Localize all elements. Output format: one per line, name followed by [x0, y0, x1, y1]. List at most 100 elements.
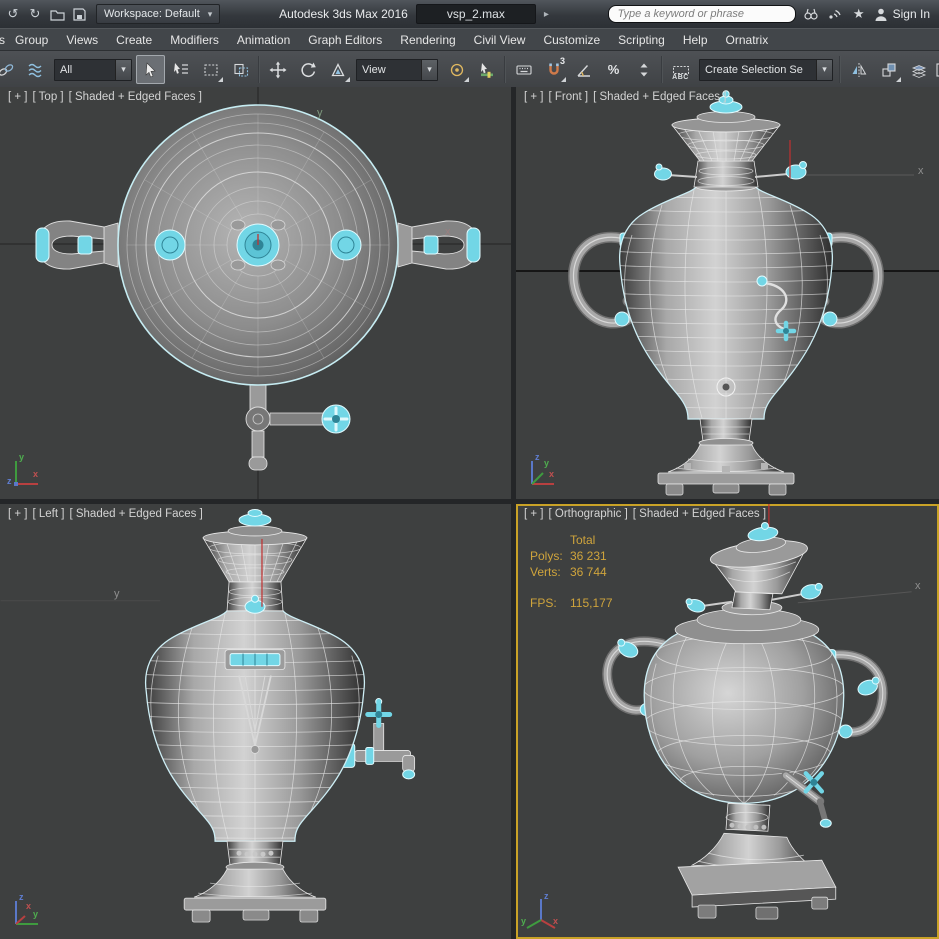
viewport-top[interactable]: [ + ] [ Top ] [ Shaded + Edged Faces ] y…	[0, 87, 511, 499]
spinner-snap-toggle-button[interactable]	[629, 55, 658, 84]
named-selection-sets-dropdown[interactable]: Create Selection Se ▾	[699, 59, 833, 81]
viewport-view-label[interactable]: [ Top ]	[33, 91, 64, 103]
keyboard-shortcut-override-button[interactable]	[509, 55, 538, 84]
open-file-button[interactable]	[47, 4, 67, 24]
menu-views[interactable]: Views	[57, 29, 107, 51]
viewport-menu-button[interactable]: [ + ]	[524, 508, 544, 520]
selection-region-icon	[202, 61, 220, 79]
left-view-canvas[interactable]	[0, 504, 511, 939]
workspace-selector[interactable]: Workspace: Default ▾	[96, 4, 220, 24]
bind-to-space-warp-button[interactable]	[21, 55, 50, 84]
viewport-axis-tripod: z y x	[7, 894, 45, 932]
menu-customize[interactable]: Customize	[534, 29, 609, 51]
viewport-menu-button[interactable]: [ + ]	[8, 91, 28, 103]
mirror-button[interactable]	[844, 55, 873, 84]
select-and-manipulate-button[interactable]	[472, 55, 501, 84]
percent-snap-toggle-button[interactable]: %	[599, 55, 628, 84]
quick-access-toolbar: ↺ ↻ Workspace: Default ▾	[0, 4, 220, 24]
select-and-link-button[interactable]	[0, 55, 20, 84]
menu-create[interactable]: Create	[107, 29, 161, 51]
selection-set-icon	[672, 65, 690, 75]
toolbar-button-clipped[interactable]	[935, 55, 939, 84]
menu-rendering[interactable]: Rendering	[391, 29, 464, 51]
select-and-scale-button[interactable]	[323, 55, 352, 84]
world-axis-label-y: y	[317, 107, 323, 119]
axis-tripod-icon	[7, 454, 45, 492]
titlebar: ↺ ↻ Workspace: Default ▾ Autodesk 3ds Ma…	[0, 0, 939, 28]
redo-button[interactable]: ↻	[25, 4, 45, 24]
viewport-left[interactable]: [ + ] [ Left ] [ Shaded + Edged Faces ] …	[0, 504, 511, 939]
top-view-canvas[interactable]	[0, 87, 511, 499]
communication-center-icon	[827, 7, 842, 21]
menu-graph-editors[interactable]: Graph Editors	[299, 29, 391, 51]
search-button[interactable]	[802, 5, 820, 23]
undo-button[interactable]: ↺	[3, 4, 23, 24]
snap-mode-count: 3	[560, 56, 565, 66]
space-warp-icon	[27, 61, 45, 79]
tripod-label-z: z	[19, 892, 24, 902]
angle-snap-toggle-button[interactable]	[569, 55, 598, 84]
snaps-toggle-button[interactable]: 3	[539, 55, 568, 84]
menu-group[interactable]: Group	[6, 29, 57, 51]
communication-center-button[interactable]	[826, 5, 844, 23]
stats-fps-label: FPS:	[530, 595, 570, 611]
chevron-down-icon: ▾	[208, 9, 213, 20]
use-pivot-point-center-button[interactable]	[442, 55, 471, 84]
viewport-shading-label[interactable]: [ Shaded + Edged Faces ]	[633, 508, 766, 520]
3ds-max-window: ↺ ↻ Workspace: Default ▾ Autodesk 3ds Ma…	[0, 0, 939, 939]
mirror-icon	[850, 61, 868, 79]
reference-coordinate-system-dropdown[interactable]: View ▾	[356, 59, 438, 81]
stats-polys-label: Polys:	[530, 548, 570, 564]
select-by-name-button[interactable]	[166, 55, 195, 84]
favorites-button[interactable]: ★	[850, 5, 868, 23]
window-title: Autodesk 3ds Max 2016 vsp_2.max ▸	[220, 4, 607, 24]
tripod-label-y: y	[521, 916, 526, 926]
toolbar-separator	[504, 56, 506, 83]
spinner-icon	[635, 61, 653, 79]
window-crossing-button[interactable]	[226, 55, 255, 84]
infocenter-search-input[interactable]	[608, 5, 796, 23]
viewport-statistics: Total Polys:36 231 Verts:36 744 FPS:115,…	[530, 532, 613, 611]
coordinate-system-value: View	[357, 60, 421, 80]
viewport-front[interactable]: [ + ] [ Front ] [ Shaded + Edged Faces ]…	[516, 87, 939, 499]
infocenter-expand-button[interactable]: ▸	[544, 9, 549, 20]
viewport-shading-label[interactable]: [ Shaded + Edged Faces ]	[69, 91, 202, 103]
layer-manager-button[interactable]	[904, 55, 933, 84]
tripod-label-x: x	[26, 901, 31, 911]
viewport-shading-label[interactable]: [ Shaded + Edged Faces ]	[593, 91, 726, 103]
viewport-shading-label[interactable]: [ Shaded + Edged Faces ]	[69, 508, 202, 520]
viewport-view-label[interactable]: [ Orthographic ]	[549, 508, 628, 520]
rectangular-selection-region-button[interactable]	[196, 55, 225, 84]
main-toolbar: All ▾	[0, 50, 939, 89]
viewport-view-label[interactable]: [ Left ]	[33, 508, 65, 520]
select-and-rotate-button[interactable]	[293, 55, 322, 84]
world-axis-label-x: x	[918, 165, 924, 177]
select-and-move-button[interactable]	[263, 55, 292, 84]
sign-in-button[interactable]: Sign In	[874, 7, 930, 22]
clipped-icon	[935, 61, 939, 79]
viewport-axis-tripod: z x y	[523, 894, 561, 932]
menu-animation[interactable]: Animation	[228, 29, 299, 51]
edit-named-selection-sets-button[interactable]: ABC	[666, 55, 695, 84]
viewport-view-label[interactable]: [ Front ]	[549, 91, 589, 103]
align-button[interactable]	[874, 55, 903, 84]
menu-ornatrix[interactable]: Ornatrix	[717, 29, 778, 51]
viewport-menu-button[interactable]: [ + ]	[524, 91, 544, 103]
viewport-axis-tripod: y x z	[7, 454, 45, 492]
selection-filter-dropdown[interactable]: All ▾	[54, 59, 132, 81]
front-view-canvas[interactable]	[516, 87, 939, 499]
save-file-button[interactable]	[69, 4, 89, 24]
world-axis-label-x: x	[915, 580, 921, 592]
align-icon	[880, 61, 898, 79]
viewport-label: [ + ] [ Front ] [ Shaded + Edged Faces ]	[524, 91, 726, 103]
menu-modifiers[interactable]: Modifiers	[161, 29, 228, 51]
viewport-orthographic[interactable]: [ + ] [ Orthographic ] [ Shaded + Edged …	[516, 504, 939, 939]
tripod-label-x: x	[549, 469, 554, 479]
menu-scripting[interactable]: Scripting	[609, 29, 674, 51]
menu-civil-view[interactable]: Civil View	[465, 29, 535, 51]
binoculars-icon	[803, 7, 819, 21]
select-object-button[interactable]	[136, 55, 165, 84]
menu-help[interactable]: Help	[674, 29, 717, 51]
viewport-menu-button[interactable]: [ + ]	[8, 508, 28, 520]
tripod-label-x: x	[553, 916, 558, 926]
